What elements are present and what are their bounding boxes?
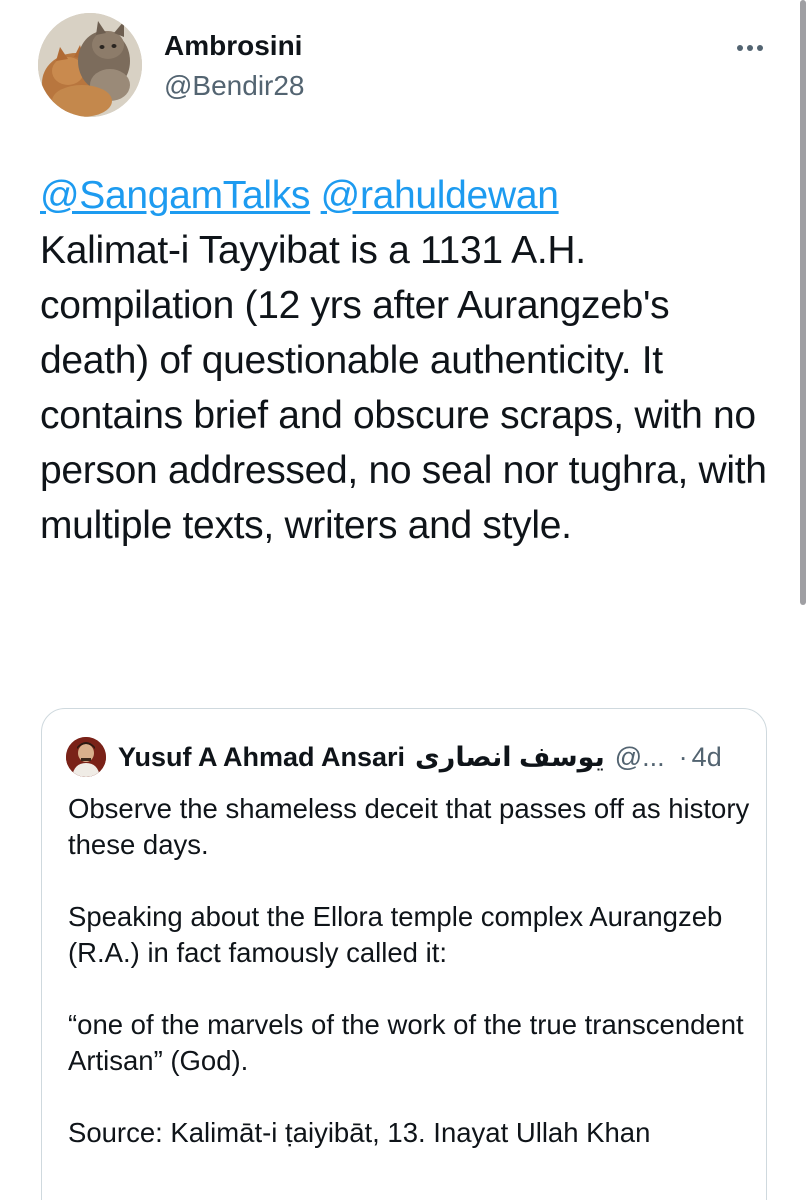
quoted-author-name[interactable]: Yusuf A Ahmad Ansari: [118, 742, 405, 773]
quoted-tweet-header: Yusuf A Ahmad Ansari یوسف انصاری @... · …: [66, 737, 746, 777]
more-horizontal-icon: [737, 45, 763, 51]
quoted-paragraph: “one of the marvels of the work of the t…: [68, 1009, 744, 1076]
mention-link[interactable]: @rahuldewan: [321, 174, 559, 217]
tweet-body-text: Kalimat-i Tayyibat is a 1131 A.H. compil…: [40, 229, 767, 547]
quoted-author-name-urdu[interactable]: یوسف انصاری: [415, 742, 605, 773]
quoted-paragraph: Observe the shameless deceit that passes…: [68, 793, 750, 860]
scroll-indicator[interactable]: [800, 0, 806, 605]
tweet-text: @SangamTalks @rahuldewan Kalimat-i Tayyi…: [40, 168, 770, 553]
quoted-paragraph: Speaking about the Ellora temple complex…: [68, 901, 723, 968]
author-avatar[interactable]: [38, 13, 142, 117]
quoted-paragraph: Source: Kalimāt-i ṭaiyibāt, 13. Inayat U…: [68, 1117, 651, 1148]
author-handle[interactable]: @Bendir28: [164, 70, 305, 102]
quoted-tweet-timestamp[interactable]: 4d: [692, 742, 722, 773]
quoted-tweet-text: Observe the shameless deceit that passes…: [68, 791, 758, 1187]
cat-avatar-icon: [38, 13, 142, 117]
author-name[interactable]: Ambrosini: [164, 30, 302, 62]
person-avatar-icon: [66, 737, 106, 777]
mention-link[interactable]: @SangamTalks: [40, 174, 310, 217]
timestamp-separator: ·: [678, 741, 688, 772]
quoted-tweet-card[interactable]: Yusuf A Ahmad Ansari یوسف انصاری @... · …: [41, 708, 767, 1200]
quoted-author-handle[interactable]: @...: [615, 742, 665, 773]
more-options-button[interactable]: [730, 34, 770, 62]
quoted-author-avatar[interactable]: [66, 737, 106, 777]
